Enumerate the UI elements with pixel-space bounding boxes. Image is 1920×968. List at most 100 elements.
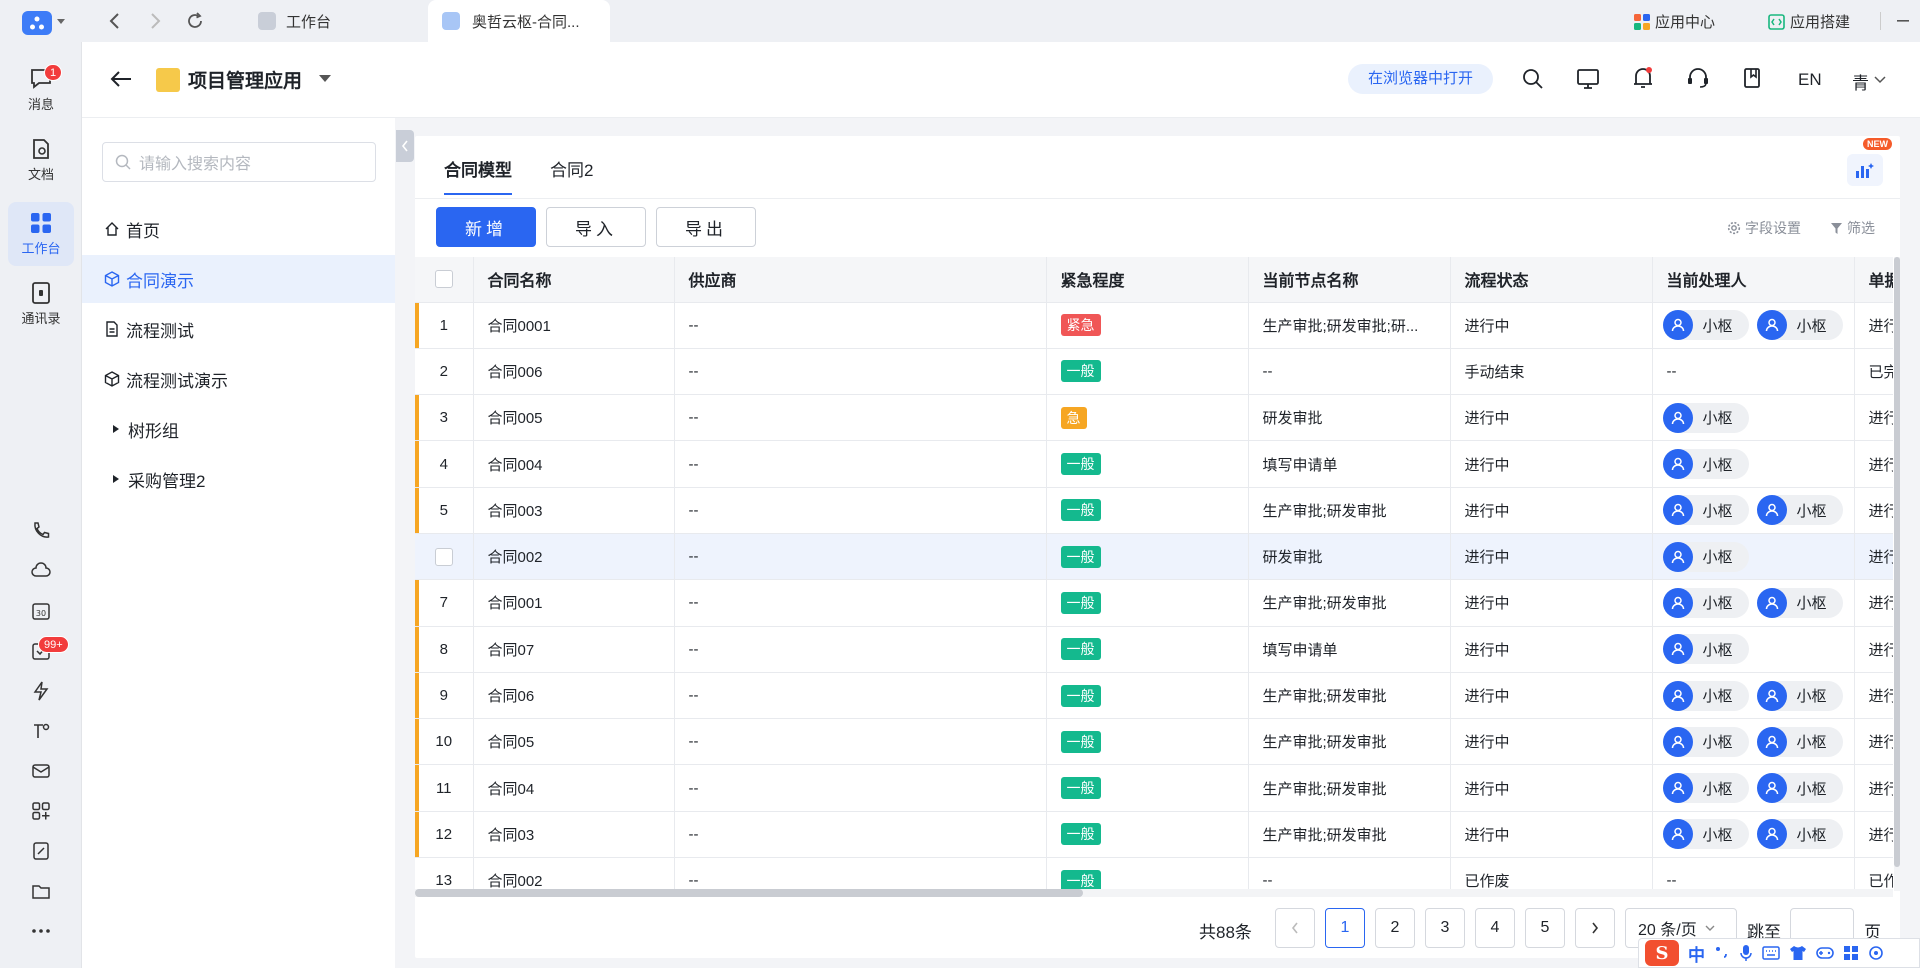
- assignee-chip[interactable]: 小枢: [1756, 680, 1843, 711]
- search-box[interactable]: 请输入搜索内容: [102, 142, 376, 182]
- page-5[interactable]: 5: [1525, 908, 1565, 948]
- ime-logo-icon[interactable]: S: [1645, 940, 1679, 966]
- assignee-chip[interactable]: 小枢: [1756, 495, 1843, 526]
- app-build-link[interactable]: 应用搭建: [1768, 11, 1850, 32]
- nav-item-tree-group[interactable]: 树形组: [82, 405, 395, 453]
- more-icon[interactable]: [26, 916, 56, 946]
- column-header[interactable]: 供应商: [674, 257, 1047, 302]
- tab-contract[interactable]: 奥哲云枢-合同...: [428, 0, 610, 42]
- table-row[interactable]: 13合同002--一般--已作废--已作: [415, 857, 1893, 891]
- bookmark-icon[interactable]: [1742, 67, 1762, 89]
- assignee-chip[interactable]: 小枢: [1662, 495, 1749, 526]
- folder-icon[interactable]: [26, 876, 56, 906]
- column-header[interactable]: 当前处理人: [1652, 257, 1855, 302]
- contract-name-cell[interactable]: 合同001: [473, 579, 675, 627]
- page-4[interactable]: 4: [1475, 908, 1515, 948]
- rail-item-docs[interactable]: 文档: [8, 128, 74, 192]
- minimize-icon[interactable]: [1888, 6, 1918, 36]
- assignee-chip[interactable]: 小枢: [1756, 819, 1843, 850]
- table-row[interactable]: 11合同04-- 一般 生产审批;研发审批进行中 小枢 小枢 进行: [415, 764, 1893, 812]
- assignee-chip[interactable]: 小枢: [1662, 726, 1749, 757]
- table-row[interactable]: 7合同001-- 一般 生产审批;研发审批进行中 小枢 小枢 进行: [415, 579, 1893, 627]
- next-page-button[interactable]: [1575, 908, 1615, 948]
- select-all-checkbox[interactable]: [434, 270, 453, 289]
- assignee-chip[interactable]: 小枢: [1756, 726, 1843, 757]
- vertical-scrollbar-thumb[interactable]: [1894, 257, 1900, 867]
- contract-name-cell[interactable]: 合同002: [473, 532, 675, 580]
- route-icon[interactable]: [26, 716, 56, 746]
- assignee-chip[interactable]: 小枢: [1662, 634, 1749, 665]
- contract-name-cell[interactable]: 合同0001: [473, 301, 675, 349]
- assignee-chip[interactable]: 小枢: [1756, 587, 1843, 618]
- assignee-chip[interactable]: 小枢: [1662, 449, 1749, 480]
- nav-item-process-test-demo[interactable]: 流程测试演示: [82, 355, 395, 403]
- analytics-button[interactable]: [1847, 154, 1883, 186]
- bell-icon[interactable]: [1632, 66, 1654, 90]
- nav-item-contract-demo[interactable]: 合同演示: [82, 255, 395, 303]
- monitor-icon[interactable]: [1576, 68, 1600, 90]
- open-in-browser-button[interactable]: 在浏览器中打开: [1348, 64, 1494, 94]
- assignee-chip[interactable]: 小枢: [1662, 541, 1749, 572]
- table-row[interactable]: 5合同003-- 一般 生产审批;研发审批进行中 小枢 小枢 进行: [415, 486, 1893, 534]
- table-row[interactable]: 10合同05-- 一般 生产审批;研发审批进行中 小枢 小枢 进行: [415, 718, 1893, 765]
- table-row[interactable]: 8合同07-- 一般 填写申请单进行中 小枢 进行: [415, 625, 1893, 673]
- assignee-chip[interactable]: 小枢: [1662, 402, 1749, 433]
- row-select-cell[interactable]: [415, 532, 474, 580]
- back-nav-icon[interactable]: [100, 6, 130, 36]
- contract-name-cell[interactable]: 合同004: [473, 440, 675, 488]
- table-row[interactable]: 12合同03-- 一般 生产审批;研发审批进行中 小枢 小枢 进行: [415, 810, 1893, 858]
- export-button[interactable]: 导出: [656, 207, 756, 247]
- column-header[interactable]: 单据: [1854, 257, 1893, 302]
- table-row[interactable]: 4合同004-- 一般 填写申请单进行中 小枢 进行: [415, 440, 1893, 488]
- horizontal-scrollbar-thumb[interactable]: [415, 889, 1083, 897]
- column-header[interactable]: 紧急程度: [1046, 257, 1249, 302]
- rail-item-contacts[interactable]: 通讯录: [8, 272, 74, 336]
- contract-name-cell[interactable]: 合同003: [473, 486, 675, 534]
- assignee-chip[interactable]: 小枢: [1662, 680, 1749, 711]
- org-dropdown-icon[interactable]: [56, 18, 66, 26]
- column-header[interactable]: 流程状态: [1450, 257, 1653, 302]
- select-all-cell[interactable]: [415, 257, 474, 302]
- contract-name-cell[interactable]: 合同006: [473, 347, 675, 395]
- user-menu[interactable]: 青: [1852, 69, 1869, 94]
- refresh-icon[interactable]: [180, 6, 210, 36]
- nav-item-process-test[interactable]: 流程测试: [82, 305, 395, 353]
- cloud-icon[interactable]: [26, 556, 56, 586]
- page-3[interactable]: 3: [1425, 908, 1465, 948]
- assignee-chip[interactable]: 小枢: [1662, 773, 1749, 804]
- filter-button[interactable]: 筛选: [1830, 218, 1875, 238]
- back-arrow-icon[interactable]: [110, 70, 132, 88]
- language-switch[interactable]: EN: [1798, 70, 1822, 90]
- table-row[interactable]: 1合同0001-- 紧急 生产审批;研发审批;研...进行中 小枢 小枢 进行: [415, 301, 1893, 349]
- forward-nav-icon[interactable]: [140, 6, 170, 36]
- tab-contract-2[interactable]: 合同2: [550, 156, 593, 193]
- nav-item-home[interactable]: 首页: [82, 205, 395, 253]
- note-icon[interactable]: [26, 836, 56, 866]
- assignee-chip[interactable]: 小枢: [1756, 310, 1843, 341]
- column-header[interactable]: 当前节点名称: [1248, 257, 1451, 302]
- table-row[interactable]: 2合同006--一般--手动结束--已完: [415, 347, 1893, 395]
- contract-name-cell[interactable]: 合同06: [473, 671, 675, 719]
- nav-item-purchase-mgmt[interactable]: 采购管理2: [82, 455, 395, 503]
- table-row[interactable]: 合同002-- 一般 研发审批进行中 小枢 进行: [415, 532, 1893, 580]
- contract-name-cell[interactable]: 合同03: [473, 810, 675, 858]
- field-settings-button[interactable]: 字段设置: [1727, 218, 1801, 238]
- user-menu-chevron-down-icon[interactable]: [1874, 76, 1886, 84]
- table-row[interactable]: 9合同06-- 一般 生产审批;研发审批进行中 小枢 小枢 进行: [415, 671, 1893, 719]
- phone-icon[interactable]: [26, 516, 56, 546]
- assignee-chip[interactable]: 小枢: [1662, 310, 1749, 341]
- page-1[interactable]: 1: [1325, 908, 1365, 948]
- collapse-sidebar-handle[interactable]: [396, 130, 414, 162]
- contract-name-cell[interactable]: 合同002: [473, 857, 675, 891]
- app-switch-dropdown-icon[interactable]: [318, 74, 332, 84]
- add-button[interactable]: 新增: [436, 207, 536, 247]
- row-checkbox[interactable]: [434, 547, 453, 566]
- mail-icon[interactable]: [26, 756, 56, 786]
- tab-contract-model[interactable]: 合同模型: [444, 156, 512, 195]
- column-header[interactable]: 合同名称: [473, 257, 675, 302]
- apps-add-icon[interactable]: [26, 796, 56, 826]
- ime-language[interactable]: 中: [1688, 941, 1705, 966]
- lightning-icon[interactable]: [26, 676, 56, 706]
- org-logo-icon[interactable]: [22, 11, 52, 35]
- tab-workbench[interactable]: 工作台: [250, 0, 420, 42]
